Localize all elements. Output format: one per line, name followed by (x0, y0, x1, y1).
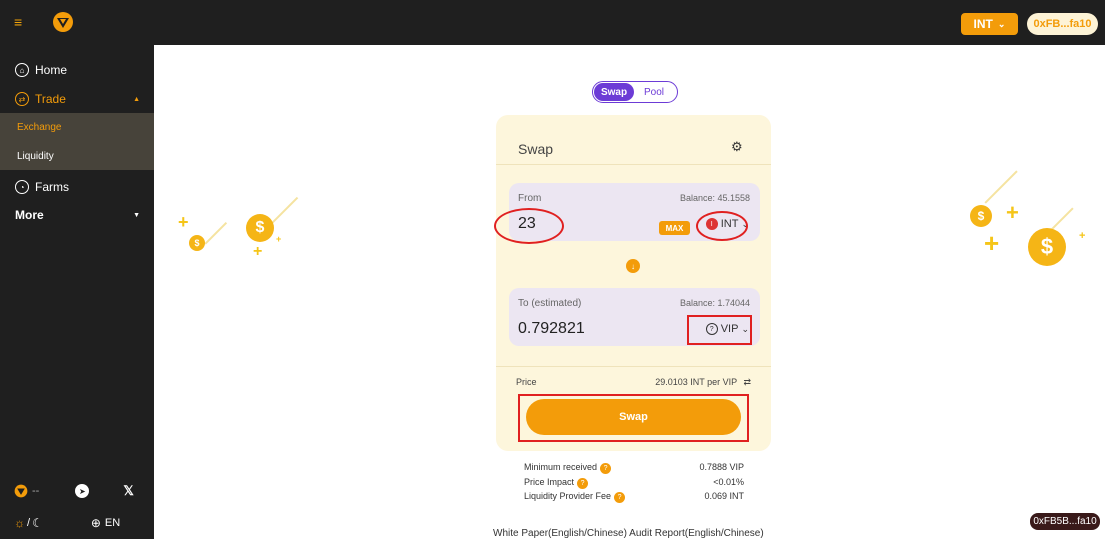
sidebar-item-farms[interactable]: ◔ Farms (0, 173, 154, 201)
highlight-from-token (696, 211, 748, 241)
menu-collapse-icon[interactable]: ≡ (14, 14, 30, 30)
caret-up-icon: ▲ (133, 95, 140, 103)
price-label: Price (516, 377, 537, 387)
trade-icon: ⇄ (15, 92, 29, 106)
highlight-to-token (687, 315, 752, 345)
card-title: Swap (518, 141, 554, 157)
language-label[interactable]: EN (105, 517, 120, 529)
tab-swap[interactable]: Swap (594, 83, 634, 101)
home-icon: ⌂ (15, 63, 29, 77)
to-balance: Balance: 1.74044 (679, 298, 750, 308)
to-amount-input[interactable]: 0.792821 (518, 320, 585, 338)
top-bar: ≡ INT ⌄ 0xFB...fa10 (0, 0, 1105, 45)
sidebar-item-home[interactable]: ⌂ Home (0, 56, 154, 84)
to-label: To (estimated) (518, 298, 582, 309)
tab-pool[interactable]: Pool (634, 83, 674, 101)
coin-icon: $ (246, 214, 274, 242)
sparkle-icon: + (276, 234, 282, 244)
sparkle-icon: + (1006, 200, 1019, 225)
sidebar: ⌂ Home ⇄ Trade ▲ Exchange Liquidity ◔ Fa… (0, 45, 154, 539)
swap-direction-icon[interactable]: ⇄ (743, 377, 751, 387)
coin-trail (204, 222, 227, 245)
coin-icon: $ (1028, 228, 1066, 266)
sidebar-footer-socials: -- ➤ 𝕏 (14, 481, 144, 501)
chevron-down-icon: ⌄ (997, 18, 1006, 29)
address-badge[interactable]: 0xFB5B...fa10 (1030, 513, 1100, 530)
token-logo-icon (14, 484, 28, 498)
farms-icon: ◔ (15, 180, 29, 194)
wallet-address-button[interactable]: 0xFB...fa10 (1027, 13, 1098, 35)
arrow-down-icon[interactable]: ↓ (626, 259, 640, 273)
sidebar-footer-settings: ☼ / ☾ ⊕ EN (14, 513, 144, 533)
trade-submenu: Exchange Liquidity (0, 113, 154, 170)
sidebar-item-liquidity[interactable]: Liquidity (0, 142, 154, 170)
app-logo-icon (53, 12, 73, 32)
coin-icon: $ (970, 205, 992, 227)
twitter-icon[interactable]: 𝕏 (123, 483, 133, 499)
sparkle-icon: + (1079, 230, 1086, 242)
gear-icon[interactable]: ⚙ (731, 139, 745, 154)
from-label: From (518, 193, 542, 204)
divider (496, 366, 771, 367)
price-impact-row: Price Impact? <0.01% (524, 477, 744, 489)
highlight-from-amount (494, 208, 564, 244)
token-price: -- (32, 485, 40, 497)
from-balance: Balance: 45.1558 (679, 193, 750, 203)
sparkle-icon: + (178, 212, 189, 232)
theme-separator: / (27, 517, 31, 529)
moon-icon[interactable]: ☾ (32, 516, 43, 530)
sidebar-item-exchange[interactable]: Exchange (0, 113, 154, 141)
footer-links[interactable]: White Paper(English/Chinese) Audit Repor… (493, 528, 764, 539)
coin-icon: $ (189, 235, 205, 251)
globe-icon[interactable]: ⊕ (91, 516, 101, 530)
caret-down-icon: ▼ (133, 211, 140, 219)
price-value: 29.0103 INT per VIP ⇄ (655, 377, 751, 387)
min-received-row: Minimum received? 0.7888 VIP (524, 462, 744, 474)
sparkle-icon: + (984, 228, 1000, 258)
highlight-swap-button (518, 394, 749, 442)
coin-trail (984, 170, 1018, 204)
sun-icon[interactable]: ☼ (14, 516, 25, 530)
swap-pool-toggle: Swap Pool (592, 81, 678, 103)
telegram-icon[interactable]: ➤ (75, 484, 90, 498)
sidebar-item-more[interactable]: More ▼ (0, 201, 154, 229)
token-select-button[interactable]: INT ⌄ (961, 13, 1018, 35)
help-icon[interactable]: ? (614, 492, 626, 503)
max-button[interactable]: MAX (659, 221, 690, 235)
help-icon[interactable]: ? (600, 463, 612, 474)
sparkle-icon: + (253, 243, 263, 260)
sidebar-item-trade[interactable]: ⇄ Trade ▲ (0, 85, 154, 113)
divider (496, 164, 771, 165)
lp-fee-row: Liquidity Provider Fee? 0.069 INT (524, 491, 744, 503)
help-icon[interactable]: ? (577, 478, 589, 489)
